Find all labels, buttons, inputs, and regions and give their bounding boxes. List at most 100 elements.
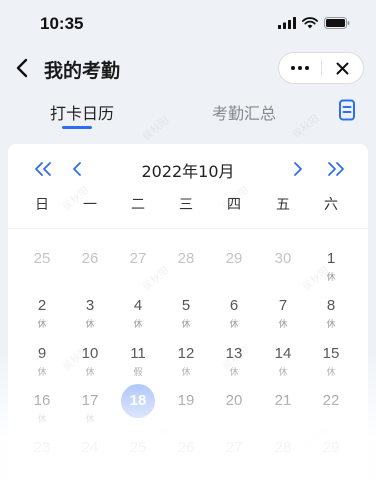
day-number: 11 (130, 345, 146, 362)
day-status-tag: 休 (278, 368, 288, 378)
next-year-icon[interactable] (326, 160, 346, 178)
day-number: 16 (33, 392, 51, 409)
weekday-label: 五 (276, 197, 290, 213)
day-number: 19 (177, 392, 195, 409)
calendar-day[interactable]: 17 休 (70, 392, 110, 426)
calendar-day[interactable]: 30 (263, 250, 303, 268)
calendar-day[interactable]: 5休 (166, 297, 206, 331)
calendar-card: 2022年10月 日一二三四五六 25 26 27 28 29 30 1 休 2 休 3 休 4 休 5 休 6… (8, 144, 368, 497)
day-number: 1 (326, 250, 336, 267)
day-status-tag: 休 (85, 368, 95, 378)
wifi-icon (302, 17, 318, 29)
calendar-day[interactable]: 2休 (22, 297, 62, 331)
back-arrow-icon[interactable] (12, 56, 34, 80)
day-number: 23 (33, 439, 51, 456)
calendar-day[interactable]: 9休 (22, 345, 62, 379)
weekday-label: 四 (227, 197, 241, 213)
tab-punch-calendar[interactable]: 打卡日历 (50, 100, 114, 124)
calendar-day[interactable]: 19 (166, 392, 206, 410)
status-icons (278, 17, 350, 29)
more-dot-icon (291, 66, 295, 70)
status-time: 10:35 (40, 14, 84, 33)
calendar-day[interactable]: 11 假 (118, 345, 158, 379)
calendar-day[interactable]: 1休 (311, 250, 351, 284)
calendar-day[interactable]: 4休 (118, 297, 158, 331)
day-number: 18 (129, 392, 147, 409)
calendar-day[interactable]: 27 (118, 250, 158, 268)
signal-icon (278, 17, 296, 29)
calendar-day[interactable]: 20 (214, 392, 254, 410)
day-number: 17 (81, 392, 99, 409)
page-title: 我的考勤 (44, 60, 121, 82)
more-button[interactable] (279, 53, 321, 83)
weekday-label: 二 (131, 197, 145, 213)
day-status-tag: 休 (229, 320, 239, 330)
nav-bar: 我的考勤 (0, 48, 376, 88)
month-navigator: 2022年10月 (8, 156, 368, 182)
day-number: 29 (322, 439, 340, 456)
calendar-day[interactable]: 29 (311, 439, 351, 457)
day-number: 3 (85, 297, 95, 314)
day-number: 9 (37, 345, 47, 362)
calendar-day[interactable]: 7休 (263, 297, 303, 331)
calendar-day[interactable]: 13 休 (214, 345, 254, 379)
calendar-day[interactable]: 16 休 (22, 392, 62, 426)
calendar-day[interactable]: 3休 (70, 297, 110, 331)
weekday-label: 三 (179, 197, 193, 213)
day-status-tag: 休 (181, 368, 191, 378)
day-number: 4 (133, 297, 143, 314)
calendar-day[interactable]: 14 休 (263, 345, 303, 379)
day-status-tag: 假 (133, 368, 143, 378)
day-number: 10 (81, 345, 99, 362)
calendar-day[interactable]: 28 (263, 439, 303, 457)
calendar-day[interactable]: 28 (166, 250, 206, 268)
calendar-day[interactable]: 29 (214, 250, 254, 268)
calendar-day-today[interactable]: 18 (118, 392, 158, 410)
more-dot-icon (298, 66, 302, 70)
calendar-day[interactable]: 6休 (214, 297, 254, 331)
calendar-day[interactable]: 24 (70, 439, 110, 457)
day-number: 12 (177, 345, 195, 362)
day-number: 29 (225, 250, 243, 267)
day-status-tag: 休 (85, 415, 95, 425)
calendar-day[interactable]: 26 (70, 250, 110, 268)
status-bar: 10:35 (0, 0, 376, 48)
day-number: 28 (177, 250, 195, 267)
day-number: 26 (177, 439, 195, 456)
close-icon (336, 62, 349, 74)
calendar-day[interactable]: 8休 (311, 297, 351, 331)
day-number: 8 (326, 297, 336, 314)
tab-attendance-summary[interactable]: 考勤汇总 (212, 100, 276, 124)
day-status-tag: 休 (37, 320, 47, 330)
close-button[interactable] (322, 53, 363, 83)
calendar-day[interactable]: 15 休 (311, 345, 351, 379)
day-number: 2 (37, 297, 47, 314)
calendar-day[interactable]: 21 (263, 392, 303, 410)
calendar-day[interactable]: 26 (166, 439, 206, 457)
active-tab-indicator (62, 126, 92, 129)
day-number: 27 (225, 439, 243, 456)
day-number: 7 (278, 297, 288, 314)
day-status-tag: 休 (229, 368, 239, 378)
tab-bar: 打卡日历 考勤汇总 (0, 88, 376, 132)
day-number: 15 (322, 345, 340, 362)
day-status-tag: 休 (133, 320, 143, 330)
day-status-tag: 休 (278, 320, 288, 330)
document-icon[interactable] (338, 99, 356, 121)
day-number: 20 (225, 392, 243, 409)
calendar-day[interactable]: 10 休 (70, 345, 110, 379)
calendar-divider (8, 228, 368, 229)
day-status-tag: 休 (85, 320, 95, 330)
calendar-day[interactable]: 12 休 (166, 345, 206, 379)
calendar-day[interactable]: 25 (22, 250, 62, 268)
battery-icon (324, 17, 350, 29)
calendar-day[interactable]: 25 (118, 439, 158, 457)
day-number: 24 (81, 439, 99, 456)
calendar-day[interactable]: 23 (22, 439, 62, 457)
next-month-icon[interactable] (292, 160, 304, 178)
day-number: 28 (274, 439, 292, 456)
calendar-day[interactable]: 22 (311, 392, 351, 410)
day-number: 25 (33, 250, 51, 267)
miniapp-capsule (278, 52, 364, 84)
calendar-day[interactable]: 27 (214, 439, 254, 457)
